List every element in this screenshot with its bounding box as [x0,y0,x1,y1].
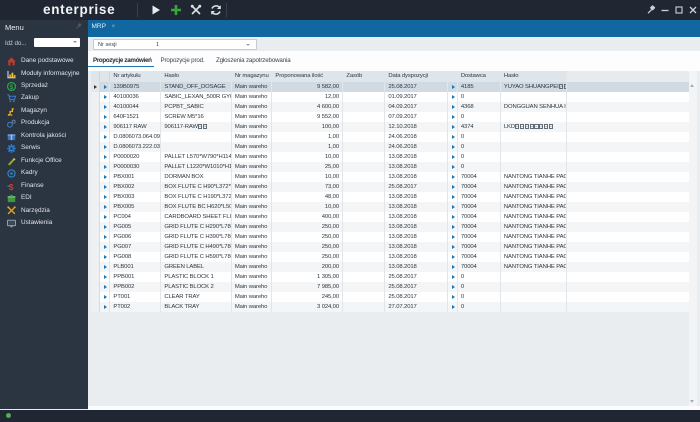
svg-text:$: $ [10,84,14,91]
svg-text:$: $ [9,182,14,191]
